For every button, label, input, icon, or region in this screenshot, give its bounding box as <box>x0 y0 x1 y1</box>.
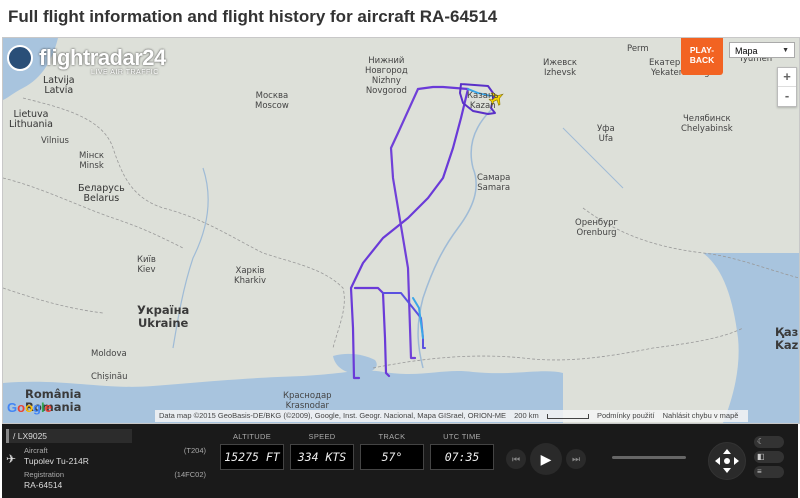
aircraft-value: Tupolev Tu-214R <box>24 456 89 466</box>
map-label-chelyabinsk: Челябинск Chelyabinsk <box>681 114 733 134</box>
settings-toggle[interactable]: ≡ <box>754 466 784 478</box>
map-label-kazakhstan: Қаз Kaz <box>775 325 799 352</box>
map-label-kyiv: Київ Kiev <box>137 255 156 275</box>
map-label-kharkiv: Харків Kharkiv <box>234 266 266 286</box>
google-logo[interactable]: Google <box>7 400 52 415</box>
playback-scrubber[interactable] <box>612 456 686 459</box>
map-label-minsk: Мінск Minsk <box>79 151 105 171</box>
terms-link[interactable]: Podmínky použití <box>597 411 655 420</box>
layer-toggle[interactable]: ◧ <box>754 451 784 463</box>
zoom-control: + - <box>777 67 797 107</box>
utc-time-stat: UTC TIME 07:35 <box>430 432 494 470</box>
radar-icon <box>7 45 33 71</box>
scale-label: 200 km <box>514 411 539 420</box>
border-line <box>3 287 104 314</box>
track-value: 57° <box>360 444 424 470</box>
aircraft-code: (T204) <box>183 446 206 455</box>
border-line <box>372 327 744 369</box>
zoom-in-button[interactable]: + <box>778 68 796 86</box>
airplane-icon: ✈ <box>6 452 17 466</box>
altitude-stat: ALTITUDE 15275 FT <box>220 432 284 470</box>
map-view[interactable]: Latvija Latvia Lietuva Lithuania Vilnius М… <box>2 37 800 424</box>
next-button[interactable]: ⏭ <box>566 449 586 469</box>
registration-label: Registration <box>24 470 65 479</box>
play-button[interactable]: ▶ <box>530 443 562 475</box>
utc-time-value: 07:35 <box>430 444 494 470</box>
map-label-nizhny-novgorod: Нижний Новгород Nizhny Novgorod <box>365 56 408 96</box>
map-label-perm: Perm <box>627 44 649 54</box>
pan-control[interactable] <box>708 442 746 480</box>
track-stat: TRACK 57° <box>360 432 424 470</box>
move-arrows-icon <box>715 449 739 473</box>
map-attribution: Data map ©2015 GeoBasis-DE/BKG (©2009), … <box>155 410 749 422</box>
prev-button[interactable]: ⏮ <box>506 449 526 469</box>
aircraft-label: Aircraft <box>24 446 48 455</box>
map-label-lithuania: Lietuva Lithuania <box>9 109 54 130</box>
map-label-belarus: Беларусь Belarus <box>78 183 125 204</box>
map-label-ufa: Уфа Ufa <box>597 124 615 144</box>
flight-id: / LX9025 <box>6 429 132 443</box>
map-label-izhevsk: Ижевск Izhevsk <box>543 58 578 78</box>
map-label-kazan: Казань Kazan <box>467 91 499 111</box>
altitude-value: 15275 FT <box>220 444 284 470</box>
playback-button[interactable]: PLAY- BACK <box>681 38 723 75</box>
registration-value: RA-64514 <box>24 480 63 490</box>
page-title: Full flight information and flight histo… <box>8 7 498 26</box>
map-label-moscow: Москва Moscow <box>255 91 289 111</box>
speed-stat: SPEED 334 KTS <box>290 432 354 470</box>
zoom-out-button[interactable]: - <box>778 86 796 105</box>
registration-code: (14FC02) <box>174 470 206 479</box>
map-label-latvia: Latvija Latvia <box>43 75 75 96</box>
flight-track <box>349 83 496 380</box>
view-toggles: ☾ ◧ ≡ <box>754 436 784 481</box>
scale-bar <box>546 413 589 419</box>
speed-value: 334 KTS <box>290 444 354 470</box>
map-label-orenburg: Оренбург Orenburg <box>575 218 619 238</box>
attribution-text: Data map ©2015 GeoBasis-DE/BKG (©2009), … <box>159 411 507 420</box>
chevron-down-icon: ▼ <box>782 47 789 54</box>
map-label-vilnius: Vilnius <box>41 136 69 146</box>
map-label-chisinau: Chișinău <box>91 372 128 382</box>
night-mode-toggle[interactable]: ☾ <box>754 436 784 448</box>
report-error-link[interactable]: Nahlásit chybu v mapě <box>663 411 739 420</box>
flight-info-panel: / LX9025 ✈ Aircraft (T204) Tupolev Tu-21… <box>2 424 798 498</box>
map-label-ukraine: Україна Ukraine <box>137 303 190 330</box>
map-label-samara: Самара Samara <box>477 173 511 193</box>
map-type-select[interactable]: Mapa ▼ <box>729 42 795 58</box>
map-label-krasnodar: Краснодар Krasnodar <box>283 391 332 411</box>
volga-river <box>417 109 492 369</box>
map-label-moldova: Moldova <box>91 349 127 359</box>
